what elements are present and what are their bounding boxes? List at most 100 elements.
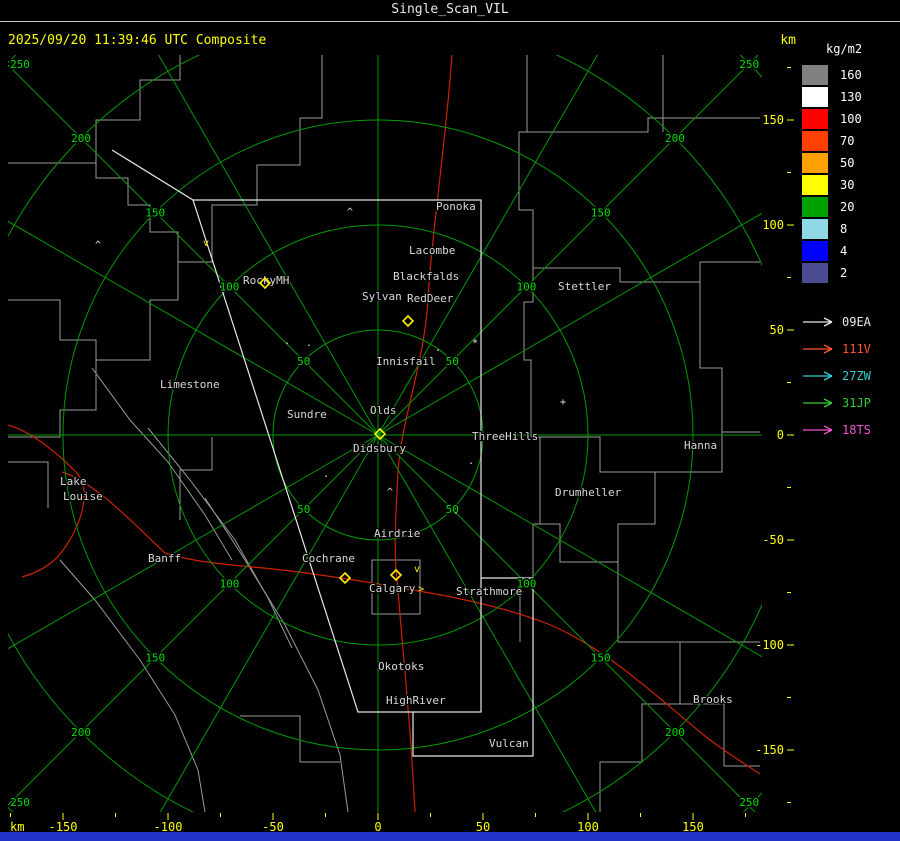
town-label-olds: Olds bbox=[370, 404, 397, 417]
town-label-stettler: Stettler bbox=[558, 280, 611, 293]
map-symbol: v bbox=[203, 238, 209, 249]
storm-track-27zw: 27ZW bbox=[802, 362, 898, 389]
county-line bbox=[599, 562, 681, 812]
track-id: 27ZW bbox=[842, 368, 871, 383]
legend-swatch bbox=[802, 197, 828, 217]
radar-map[interactable]: 50 5050 50100 100100 100150 150150 150200 20020… bbox=[0, 0, 900, 841]
legend-level: 4 bbox=[802, 240, 898, 262]
y-tick-label: 100 bbox=[762, 218, 784, 232]
county-line bbox=[8, 299, 97, 368]
radar-display-window: Single_Scan_VIL 2025/09/20 11:39:46 UTC … bbox=[0, 0, 900, 841]
county-line bbox=[8, 262, 179, 438]
legend-value: 20 bbox=[840, 200, 855, 214]
county-line bbox=[655, 432, 723, 473]
range-label: 150 bbox=[145, 652, 165, 665]
azimuth-line bbox=[377, 434, 762, 658]
track-arrow-icon bbox=[803, 424, 833, 435]
range-label: 200 bbox=[665, 726, 685, 739]
map-symbol: . bbox=[435, 343, 441, 354]
track-arrow-icon bbox=[803, 397, 833, 408]
town-label-drumheller: Drumheller bbox=[555, 486, 622, 499]
town-label-sundre: Sundre bbox=[287, 408, 327, 421]
county-line bbox=[178, 55, 323, 263]
track-id: 111V bbox=[842, 341, 871, 356]
map-symbol: > bbox=[418, 584, 424, 595]
legend-swatch bbox=[802, 263, 828, 283]
map-symbol: + bbox=[560, 397, 566, 408]
map-symbol: * bbox=[472, 338, 478, 349]
azimuth-line bbox=[8, 64, 379, 436]
town-label-strathmore: Strathmore bbox=[456, 585, 522, 598]
range-label: 50 bbox=[446, 355, 459, 368]
range-label: 200 bbox=[71, 132, 91, 145]
legend-value: 100 bbox=[840, 112, 862, 126]
legend-swatch bbox=[802, 87, 828, 107]
map-symbol: . bbox=[306, 338, 312, 349]
town-label-didsbury: Didsbury bbox=[353, 442, 406, 455]
range-label: 50 bbox=[297, 503, 310, 516]
legend-value: 130 bbox=[840, 90, 862, 104]
radar-coverage-outline bbox=[111, 149, 534, 757]
legend-level: 2 bbox=[802, 262, 898, 284]
range-label: 250 bbox=[739, 796, 759, 809]
town-label-highriver: HighRiver bbox=[386, 694, 446, 707]
legend-level: 50 bbox=[802, 152, 898, 174]
legend-swatch bbox=[802, 153, 828, 173]
legend-level: 30 bbox=[802, 174, 898, 196]
legend-level: 70 bbox=[802, 130, 898, 152]
range-label: 50 bbox=[297, 355, 310, 368]
map-symbol: . bbox=[323, 469, 329, 480]
town-label-blackfalds: Blackfalds bbox=[393, 270, 459, 283]
town-label-hanna: Hanna bbox=[684, 439, 717, 452]
town-label-sylvan: Sylvan bbox=[362, 290, 402, 303]
coverage-outline bbox=[111, 149, 194, 201]
legend-level: 160 bbox=[802, 64, 898, 86]
county-line bbox=[699, 282, 760, 433]
highway-line bbox=[399, 587, 761, 775]
y-tick-label: -100 bbox=[755, 638, 784, 652]
range-label: 200 bbox=[665, 132, 685, 145]
range-label: 100 bbox=[517, 281, 537, 294]
y-tick-label: -50 bbox=[762, 533, 784, 547]
azimuth-line bbox=[159, 434, 379, 812]
legend-value: 70 bbox=[840, 134, 855, 148]
legend-swatch bbox=[802, 219, 828, 239]
legend-value: 30 bbox=[840, 178, 855, 192]
town-label-limestone: Limestone bbox=[160, 378, 220, 391]
town-label-threehills: ThreeHills bbox=[472, 430, 538, 443]
county-line bbox=[59, 559, 206, 812]
legend-swatch bbox=[802, 131, 828, 151]
legend-level: 8 bbox=[802, 218, 898, 240]
county-line bbox=[531, 436, 656, 563]
track-arrow-icon bbox=[803, 343, 833, 354]
azimuth-line bbox=[377, 55, 759, 436]
range-label: 150 bbox=[591, 206, 611, 219]
map-symbol: ^ bbox=[347, 207, 353, 218]
county-line bbox=[204, 497, 349, 812]
town-label-airdrie: Airdrie bbox=[374, 527, 420, 540]
town-label-innisfail: Innisfail bbox=[376, 355, 436, 368]
legend-level: 100 bbox=[802, 108, 898, 130]
legend-value: 4 bbox=[840, 244, 848, 258]
track-id: 18TS bbox=[842, 422, 871, 437]
county-line bbox=[533, 261, 760, 283]
town-label-ponoka: Ponoka bbox=[436, 200, 476, 213]
map-symbol: . bbox=[468, 456, 474, 467]
legend-level: 130 bbox=[802, 86, 898, 108]
range-label: 250 bbox=[10, 58, 30, 71]
x-axis: km -150 -100 -50 0 50 100 150 bbox=[10, 813, 746, 834]
town-label-reddeer: RedDeer bbox=[407, 292, 454, 305]
range-label: 100 bbox=[220, 577, 240, 590]
town-label-vulcan: Vulcan bbox=[489, 737, 529, 750]
highway-line bbox=[61, 471, 385, 586]
azimuth-line bbox=[158, 55, 379, 436]
town-label-lacombe: Lacombe bbox=[409, 244, 455, 257]
legend-swatch bbox=[802, 65, 828, 85]
town-label-okotoks: Okotoks bbox=[378, 660, 424, 673]
map-symbol: ^ bbox=[95, 240, 101, 251]
range-label: 200 bbox=[71, 726, 91, 739]
county-line bbox=[240, 715, 340, 763]
map-symbol: v bbox=[414, 564, 420, 575]
legend-value: 8 bbox=[840, 222, 848, 236]
town-label-banff: Banff bbox=[148, 552, 181, 565]
